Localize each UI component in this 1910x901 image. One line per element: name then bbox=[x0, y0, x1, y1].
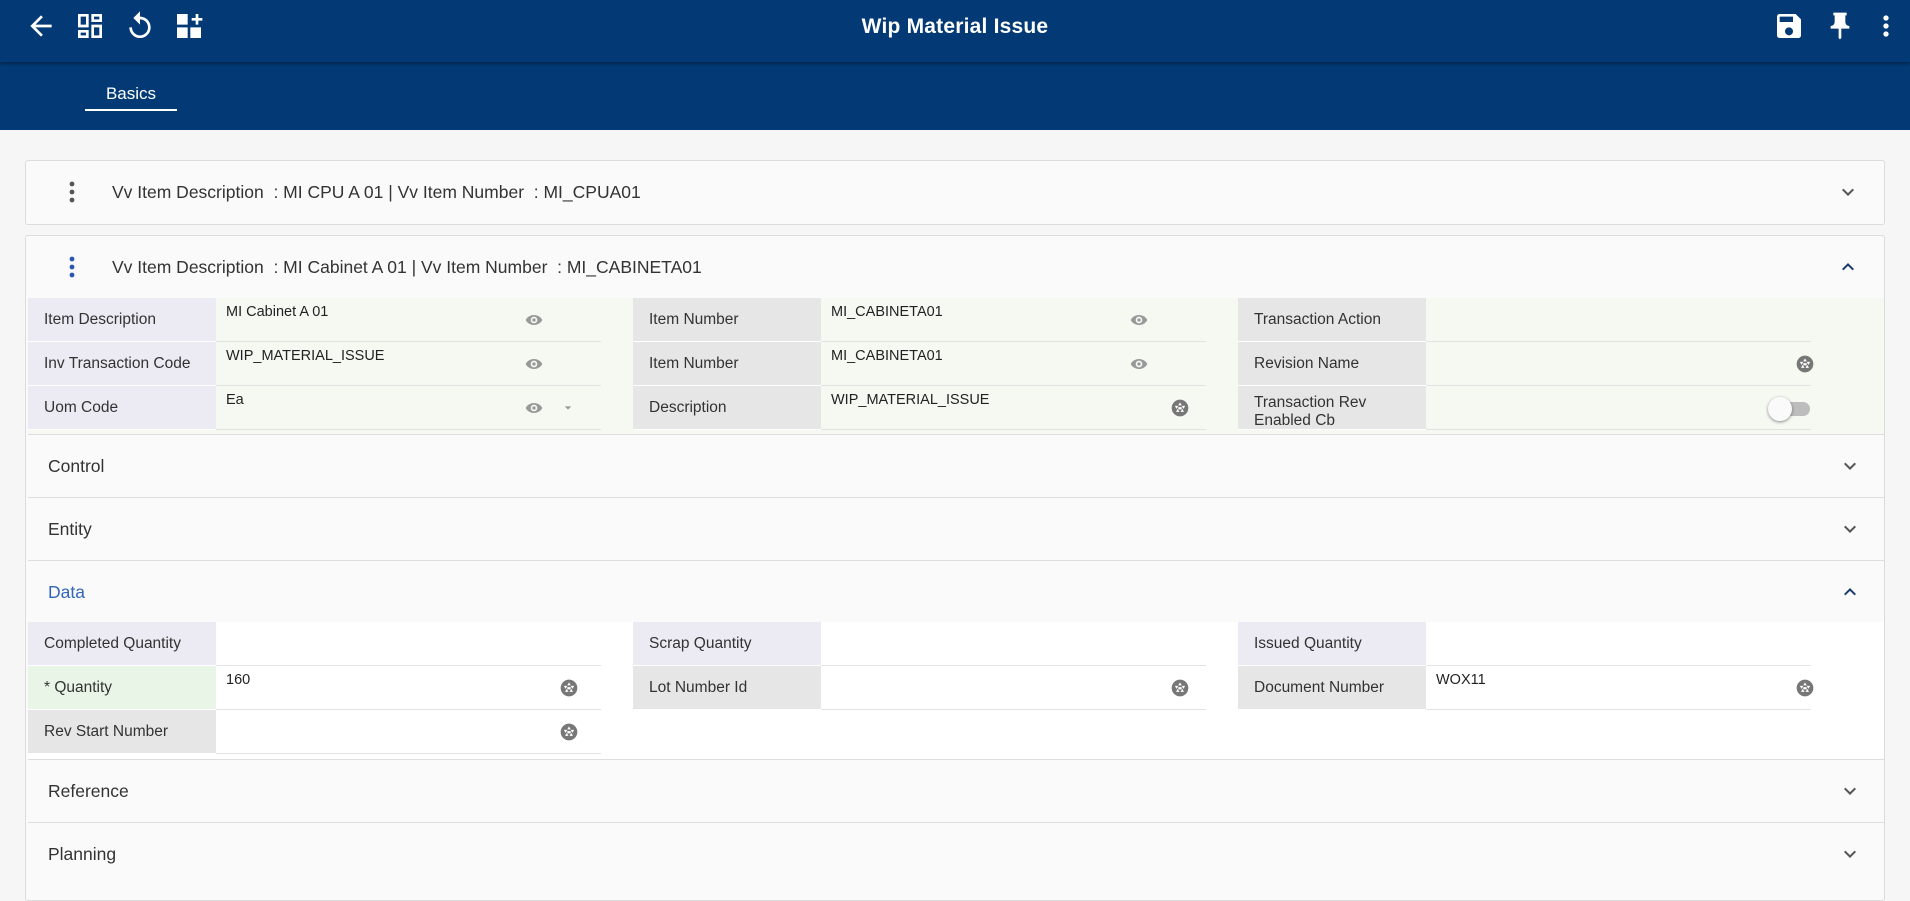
eye-icon[interactable] bbox=[524, 354, 544, 374]
field-label: Issued Quantity bbox=[1238, 622, 1426, 666]
field-label: Revision Name bbox=[1238, 342, 1426, 386]
field-quantity: * Quantity 160 bbox=[28, 666, 601, 710]
field-label: Lot Number Id bbox=[633, 666, 821, 710]
chevron-up-icon[interactable] bbox=[1836, 255, 1860, 279]
app-header: Wip Material Issue bbox=[0, 0, 1910, 62]
shutter-icon[interactable] bbox=[1170, 398, 1190, 418]
item-panel-cabinet: Vv Item Description : MI Cabinet A 01 | … bbox=[25, 235, 1885, 901]
field-inv-transaction-code: Inv Transaction Code WIP_MATERIAL_ISSUE bbox=[28, 342, 601, 386]
eye-icon[interactable] bbox=[524, 310, 544, 330]
eye-icon[interactable] bbox=[524, 398, 544, 418]
transaction-action-value[interactable] bbox=[1426, 298, 1811, 342]
section-planning[interactable]: Planning bbox=[28, 822, 1884, 884]
chevron-down-icon[interactable] bbox=[1838, 517, 1862, 541]
pin-icon[interactable] bbox=[1824, 10, 1856, 42]
tab-basics[interactable]: Basics bbox=[85, 84, 177, 111]
more-vertical-icon[interactable] bbox=[1870, 10, 1902, 42]
item-panel-cpu: Vv Item Description : MI CPU A 01 | Vv I… bbox=[25, 160, 1885, 225]
page-title: Wip Material Issue bbox=[861, 15, 1049, 38]
document-number-value[interactable]: WOX11 bbox=[1426, 666, 1811, 710]
field-item-description: Item Description MI Cabinet A 01 bbox=[28, 298, 601, 342]
quantity-value[interactable]: 160 bbox=[216, 666, 601, 710]
shutter-icon[interactable] bbox=[1795, 678, 1815, 698]
field-document-number: Document Number WOX11 bbox=[1238, 666, 1814, 710]
field-completed-quantity: Completed Quantity bbox=[28, 622, 601, 666]
shutter-icon[interactable] bbox=[1795, 354, 1815, 374]
scrap-quantity-value[interactable] bbox=[821, 622, 1206, 666]
field-label: Transaction Rev Enabled Cb bbox=[1238, 386, 1426, 430]
shutter-icon[interactable] bbox=[559, 722, 579, 742]
transaction-rev-enabled-value bbox=[1426, 386, 1811, 430]
section-title: Control bbox=[48, 456, 105, 476]
dropdown-arrow-icon[interactable] bbox=[558, 398, 578, 418]
field-label: Completed Quantity bbox=[28, 622, 216, 666]
save-icon[interactable] bbox=[1773, 10, 1805, 42]
field-label: Uom Code bbox=[28, 386, 216, 430]
field-label: * Quantity bbox=[28, 666, 216, 710]
section-data[interactable]: Data bbox=[28, 560, 1884, 622]
field-label: Item Number bbox=[633, 298, 821, 342]
field-label: Item Description bbox=[28, 298, 216, 342]
field-scrap-quantity: Scrap Quantity bbox=[633, 622, 1206, 666]
field-description: Description WIP_MATERIAL_ISSUE bbox=[633, 386, 1206, 430]
eye-icon[interactable] bbox=[1129, 354, 1149, 374]
field-label: Document Number bbox=[1238, 666, 1426, 710]
section-reference[interactable]: Reference bbox=[28, 759, 1884, 821]
revision-name-value[interactable] bbox=[1426, 342, 1811, 386]
field-item-number: Item Number MI_CABINETA01 bbox=[633, 298, 1206, 342]
field-rev-start-number: Rev Start Number bbox=[28, 710, 601, 754]
section-control[interactable]: Control bbox=[28, 434, 1884, 496]
item-panel-title: Vv Item Description : MI Cabinet A 01 | … bbox=[112, 257, 702, 277]
item-panel-header[interactable]: Vv Item Description : MI CPU A 01 | Vv I… bbox=[26, 161, 1884, 223]
issued-quantity-value[interactable] bbox=[1426, 622, 1811, 666]
lot-number-id-value[interactable] bbox=[821, 666, 1206, 710]
section-title: Reference bbox=[48, 781, 129, 801]
field-label: Item Number bbox=[633, 342, 821, 386]
section-title: Planning bbox=[48, 844, 117, 864]
field-issued-quantity: Issued Quantity bbox=[1238, 622, 1811, 666]
chevron-down-icon[interactable] bbox=[1838, 842, 1862, 866]
chevron-down-icon[interactable] bbox=[1838, 779, 1862, 803]
shutter-icon[interactable] bbox=[559, 678, 579, 698]
field-transaction-rev-enabled: Transaction Rev Enabled Cb bbox=[1238, 386, 1811, 430]
field-lot-number-id: Lot Number Id bbox=[633, 666, 1206, 710]
kebab-menu-icon[interactable] bbox=[61, 179, 83, 205]
chevron-up-icon[interactable] bbox=[1838, 580, 1862, 604]
item-panel-header[interactable]: Vv Item Description : MI Cabinet A 01 | … bbox=[26, 236, 1884, 298]
eye-icon[interactable] bbox=[1129, 310, 1149, 330]
field-uom-code: Uom Code Ea bbox=[28, 386, 601, 430]
completed-quantity-value[interactable] bbox=[216, 622, 601, 666]
chevron-down-icon[interactable] bbox=[1838, 454, 1862, 478]
basics-fields: Item Description MI Cabinet A 01 Inv Tra… bbox=[28, 298, 1884, 434]
description-value[interactable]: WIP_MATERIAL_ISSUE bbox=[821, 386, 1206, 430]
field-revision-name: Revision Name bbox=[1238, 342, 1814, 386]
transaction-rev-enabled-toggle[interactable] bbox=[1768, 397, 1812, 421]
field-item-number-2: Item Number MI_CABINETA01 bbox=[633, 342, 1206, 386]
field-transaction-action: Transaction Action bbox=[1238, 298, 1811, 342]
chevron-down-icon[interactable] bbox=[1836, 180, 1860, 204]
field-label: Rev Start Number bbox=[28, 710, 216, 754]
field-label: Scrap Quantity bbox=[633, 622, 821, 666]
section-title: Entity bbox=[48, 519, 92, 539]
kebab-menu-icon[interactable] bbox=[61, 254, 83, 280]
item-panel-title: Vv Item Description : MI CPU A 01 | Vv I… bbox=[112, 182, 641, 202]
section-title: Data bbox=[48, 582, 85, 602]
field-label: Inv Transaction Code bbox=[28, 342, 216, 386]
field-label: Description bbox=[633, 386, 821, 430]
section-entity[interactable]: Entity bbox=[28, 497, 1884, 559]
rev-start-number-value[interactable] bbox=[216, 710, 601, 754]
data-section-body: Completed Quantity * Quantity 160 Rev St… bbox=[28, 622, 1884, 759]
tab-bar: Basics bbox=[0, 62, 1910, 130]
toggle-knob bbox=[1768, 397, 1792, 421]
shutter-icon[interactable] bbox=[1170, 678, 1190, 698]
field-label: Transaction Action bbox=[1238, 298, 1426, 342]
